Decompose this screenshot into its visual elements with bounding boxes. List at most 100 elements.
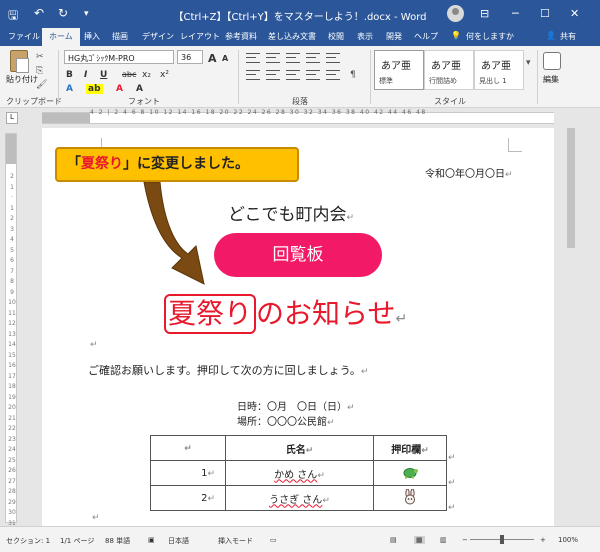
status-section[interactable]: セクション: 1 — [6, 536, 50, 546]
print-layout-icon[interactable]: ▦ — [414, 536, 425, 544]
line-spacing-icon[interactable] — [326, 70, 340, 80]
vruler-mark: 17 — [8, 372, 16, 380]
highlight-icon[interactable]: ab — [86, 84, 103, 94]
bold-button[interactable]: B — [66, 70, 73, 80]
font-color-icon[interactable]: A — [116, 84, 123, 94]
tab-developer[interactable]: 開発 — [386, 31, 402, 42]
status-words[interactable]: 88 単語 — [105, 536, 130, 546]
shrink-font-icon[interactable]: A — [222, 54, 228, 63]
table-cell-stamp[interactable] — [373, 460, 447, 486]
style-normal[interactable]: あア亜 標準 — [374, 50, 424, 90]
macro-record-icon[interactable]: ▭ — [270, 536, 277, 544]
zoom-out-icon[interactable]: − — [462, 536, 468, 544]
strikethrough-button[interactable]: abc — [122, 70, 136, 79]
multilevel-list-icon[interactable] — [286, 53, 300, 63]
zoom-slider-thumb[interactable] — [500, 535, 504, 544]
table-cell-number[interactable]: 2↵ — [150, 485, 226, 511]
focus-mode-icon[interactable]: ▤ — [390, 536, 397, 544]
tab-layout[interactable]: レイアウト — [180, 31, 220, 42]
circular-badge[interactable]: 回覧板 — [214, 233, 382, 277]
tell-me-box[interactable]: 何をしますか — [466, 31, 514, 42]
search-icon[interactable] — [543, 52, 561, 70]
style-heading-1[interactable]: あア亜 見出し 1 — [474, 50, 524, 90]
table-cell-name[interactable]: かめ さん↵ — [225, 460, 374, 486]
zoom-level[interactable]: 100% — [558, 536, 578, 544]
italic-button[interactable]: I — [84, 70, 87, 80]
table-cell-name[interactable]: うさぎ さん↵ — [225, 485, 374, 511]
copy-icon[interactable]: ⎘ — [36, 66, 43, 76]
share-button[interactable]: 共有 — [560, 31, 576, 42]
vruler-mark: 19 — [8, 393, 16, 401]
table-row: 1↵ かめ さん↵ — [150, 460, 447, 486]
vruler-mark: 8 — [10, 278, 14, 285]
tab-selector[interactable]: L — [6, 112, 18, 124]
format-painter-icon[interactable]: 🖌 — [36, 80, 47, 90]
superscript-button[interactable]: x² — [160, 70, 169, 80]
vruler-mark: 1 — [10, 183, 14, 191]
decrease-indent-icon[interactable] — [306, 53, 320, 63]
avatar[interactable] — [447, 5, 464, 22]
table-header-cell[interactable]: 押印欄↵ — [373, 435, 447, 461]
align-left-icon[interactable] — [246, 70, 260, 80]
zoom-in-icon[interactable]: + — [540, 536, 546, 544]
tab-home[interactable]: ホーム — [42, 28, 80, 46]
subscript-button[interactable]: x₂ — [142, 70, 151, 80]
ribbon-display-icon[interactable]: ⊟ — [480, 7, 489, 20]
tab-mailings[interactable]: 差し込み文書 — [268, 31, 316, 42]
show-marks-icon[interactable]: ¶ — [350, 70, 356, 80]
circulation-table[interactable]: ↵ 氏名↵ 押印欄↵ 1↵ かめ さん↵ 2↵ うさぎ さん↵ — [150, 435, 447, 511]
restore-button[interactable]: ☐ — [540, 7, 550, 20]
vruler-mark: 16 — [8, 362, 16, 369]
underline-button[interactable]: U — [100, 70, 107, 80]
status-page[interactable]: 1/1 ページ — [60, 536, 94, 546]
web-layout-icon[interactable]: ▥ — [440, 536, 447, 544]
info-date-line[interactable]: 日時：〇月 〇日（日）↵ — [237, 398, 355, 413]
status-mode[interactable]: 挿入モード — [218, 536, 253, 546]
proofing-icon[interactable]: ▣ — [148, 536, 155, 544]
close-button[interactable]: ✕ — [570, 7, 579, 20]
minimize-button[interactable]: ─ — [512, 7, 519, 20]
align-center-icon[interactable] — [266, 70, 280, 80]
tab-references[interactable]: 参考資料 — [225, 31, 257, 42]
window-title: 【Ctrl+Z】【Ctrl+Y】をマスターしよう！.docx - Word — [173, 12, 427, 23]
char-shading-icon[interactable]: A — [136, 84, 143, 94]
request-text: ご確認お願いします。押印して次の方に回しましょう。 — [88, 364, 361, 377]
tab-insert[interactable]: 挿入 — [84, 31, 100, 42]
paragraph-mark: ↵ — [395, 311, 408, 327]
scrollbar-thumb[interactable] — [567, 128, 575, 248]
organization-line[interactable]: どこでも町内会↵ — [228, 200, 354, 225]
bullets-icon[interactable] — [246, 53, 260, 63]
style-no-spacing[interactable]: あア亜 行間詰め — [424, 50, 474, 90]
status-language[interactable]: 日本語 — [168, 536, 189, 546]
info-place-line[interactable]: 場所：〇〇〇公民館↵ — [237, 413, 335, 428]
group-separator — [238, 50, 239, 104]
text-effects-icon[interactable]: A — [66, 84, 73, 94]
align-right-icon[interactable] — [286, 70, 300, 80]
editing-button[interactable]: 編集 — [543, 74, 559, 85]
grow-font-icon[interactable]: A — [208, 52, 217, 65]
tab-design[interactable]: デザイン — [142, 31, 174, 42]
font-size-select[interactable]: 36 — [177, 50, 203, 64]
increase-indent-icon[interactable] — [326, 53, 340, 63]
paste-button[interactable]: 貼り付け — [6, 74, 38, 85]
numbering-icon[interactable] — [266, 53, 280, 63]
tab-view[interactable]: 表示 — [357, 31, 373, 42]
tab-help[interactable]: ヘルプ — [414, 31, 438, 42]
request-line[interactable]: ご確認お願いします。押印して次の方に回しましょう。↵ — [88, 362, 368, 378]
table-header-cell[interactable]: ↵ — [150, 435, 226, 461]
headline[interactable]: 夏祭り のお知らせ↵ — [164, 292, 407, 334]
date-line[interactable]: 令和〇年〇月〇日↵ — [425, 165, 513, 180]
table-header-cell[interactable]: 氏名↵ — [225, 435, 374, 461]
vruler-mark: 5 — [10, 246, 14, 254]
paste-icon[interactable] — [10, 50, 29, 73]
table-cell-stamp[interactable] — [373, 485, 447, 511]
vertical-scrollbar[interactable] — [563, 128, 593, 526]
tab-draw[interactable]: 描画 — [112, 31, 128, 42]
tab-file[interactable]: ファイル — [8, 31, 40, 42]
font-name-select[interactable]: HG丸ｺﾞｼｯｸM-PRO — [64, 50, 174, 64]
justify-icon[interactable] — [306, 70, 320, 80]
cut-icon[interactable]: ✂ — [36, 52, 44, 62]
styles-more-icon[interactable]: ▾ — [526, 58, 531, 68]
tab-review[interactable]: 校閲 — [328, 31, 344, 42]
table-cell-number[interactable]: 1↵ — [150, 460, 226, 486]
